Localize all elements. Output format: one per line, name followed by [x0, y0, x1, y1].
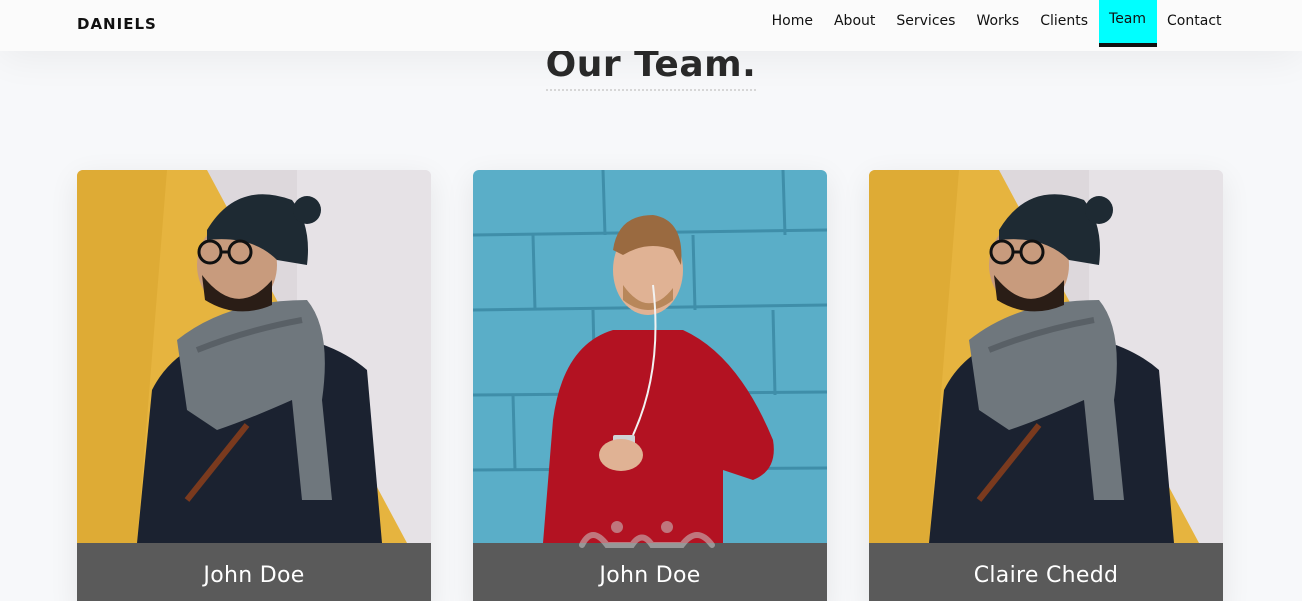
team-card-footer: Claire Chedd [869, 543, 1223, 601]
top-navbar: DANIELS Home About Services Works Client… [0, 0, 1302, 51]
team-member-photo [473, 170, 827, 543]
team-section-header: Our Team. [0, 44, 1302, 91]
team-member-name: Claire Chedd [973, 563, 1119, 588]
nav-item-team[interactable]: Team [1098, 0, 1157, 47]
team-member-name: John Doe [599, 563, 701, 588]
nav-item-services[interactable]: Services [886, 0, 966, 42]
team-member-photo [869, 170, 1223, 543]
nav-item-home[interactable]: Home [761, 0, 823, 42]
section-title: Our Team. [545, 44, 757, 91]
nav-item-contact[interactable]: Contact [1157, 0, 1232, 42]
nav-item-works[interactable]: Works [966, 0, 1030, 42]
team-member-photo [77, 170, 431, 543]
nav-menu: Home About Services Works Clients Team C… [761, 0, 1232, 47]
nav-item-about[interactable]: About [823, 0, 885, 42]
nav-item-clients[interactable]: Clients [1030, 0, 1099, 42]
team-card-footer: John Doe [473, 543, 827, 601]
team-card[interactable]: John Doe [77, 170, 431, 601]
team-card[interactable]: Claire Chedd [869, 170, 1223, 601]
brand-logo[interactable]: DANIELS [77, 15, 157, 33]
team-card[interactable]: John Doe [473, 170, 827, 601]
team-member-name: John Doe [203, 563, 305, 588]
team-card-footer: John Doe [77, 543, 431, 601]
